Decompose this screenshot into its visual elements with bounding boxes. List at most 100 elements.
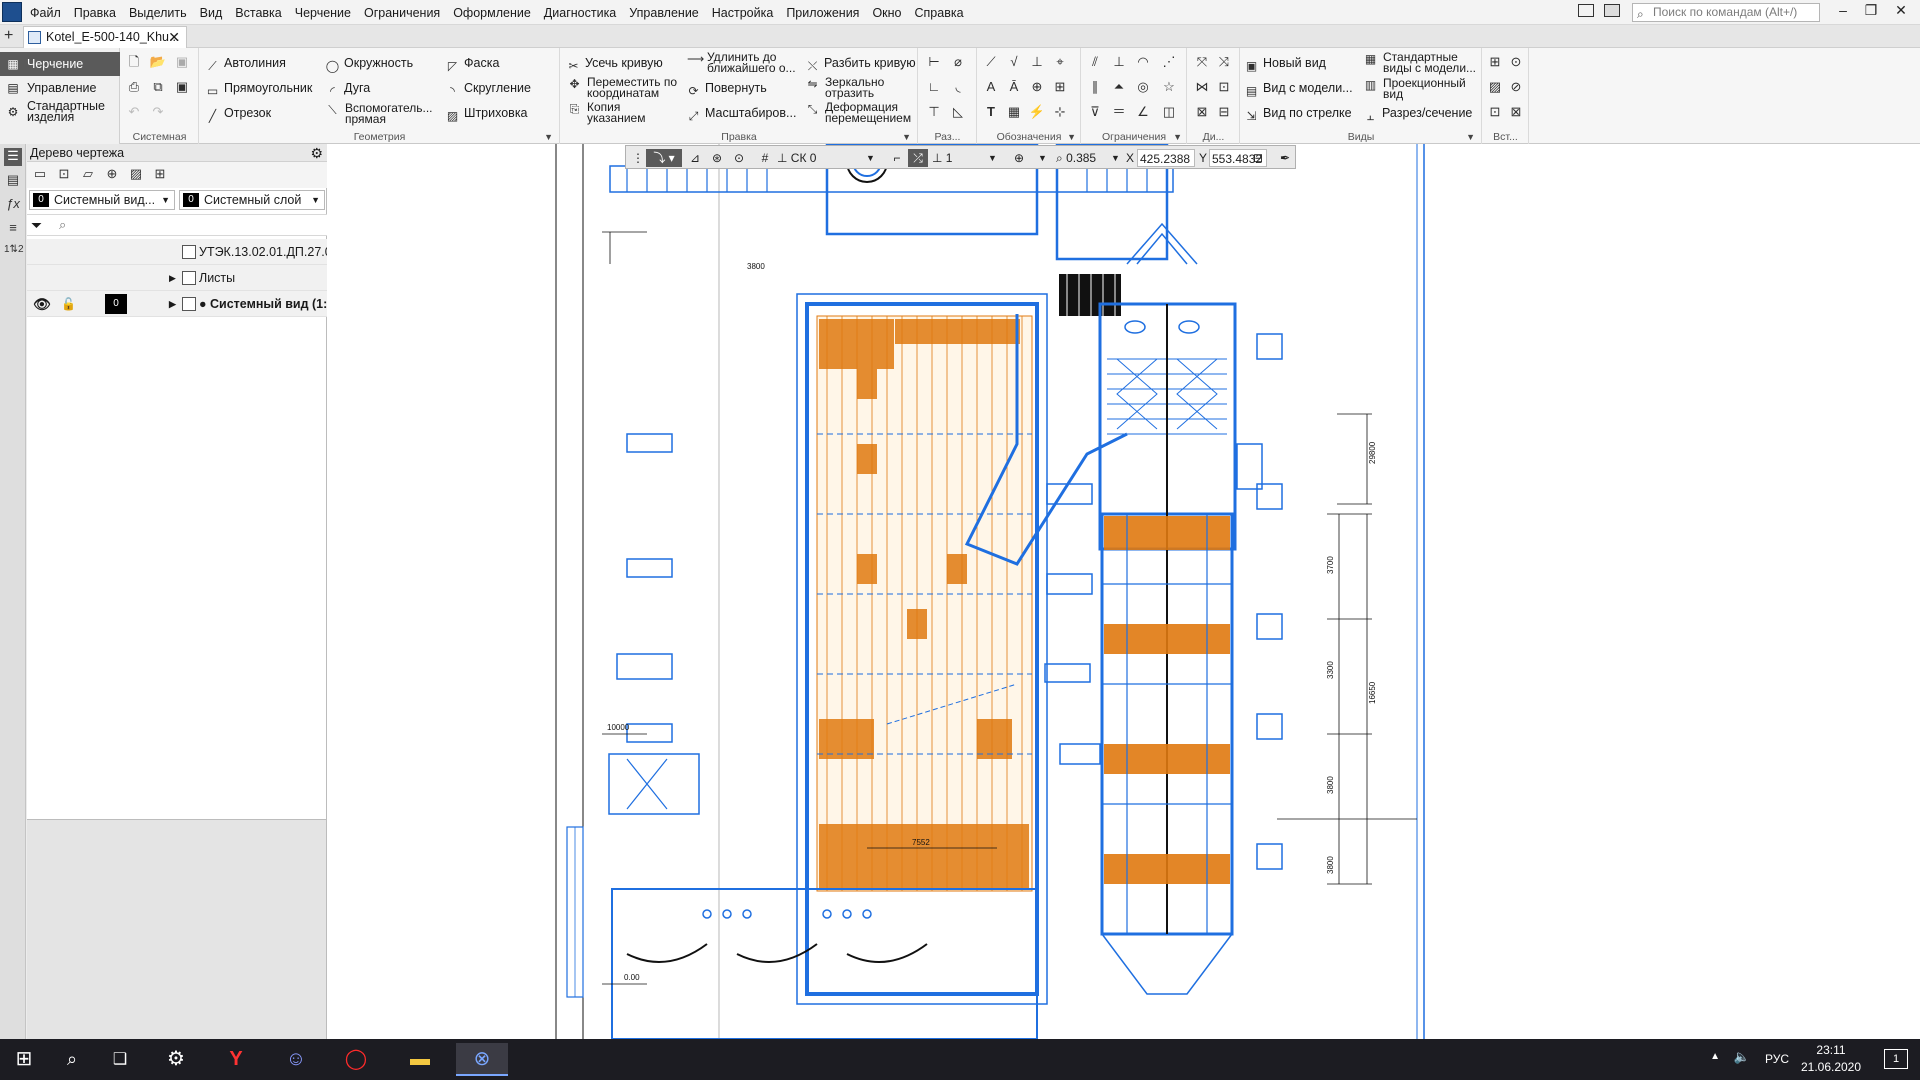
geometry-expand-icon[interactable]: ▼ <box>544 132 553 142</box>
mode-standard-parts[interactable]: ⚙ Стандартные изделия <box>0 100 110 124</box>
restore-button[interactable]: ❐ <box>1860 2 1882 19</box>
menu-select[interactable]: Выделить <box>129 6 187 20</box>
layer-combo[interactable]: 0 Системный слой ▼ <box>179 190 325 210</box>
ortho-mode-icon[interactable]: ⌐ <box>888 149 906 167</box>
cs-combo[interactable]: ⊥ СК 0 <box>777 149 816 167</box>
fillet-button[interactable]: ◝ Скругление <box>445 81 531 99</box>
tolerance-icon[interactable]: ⊞ <box>1051 78 1069 96</box>
copy-button[interactable]: ⎘ Копия указанием <box>570 101 677 124</box>
tree-panel-icon[interactable]: ☰ <box>4 148 22 166</box>
volume-icon[interactable]: 🔈 <box>1734 1049 1750 1065</box>
save-icon[interactable]: ▣ <box>173 53 191 71</box>
move-button[interactable]: ✥ Переместить по координатам <box>569 76 687 99</box>
tree-view-icon[interactable]: ⊡ <box>55 166 73 184</box>
zoom-fit-icon[interactable]: ⊕ <box>1010 149 1028 167</box>
menu-view[interactable]: Вид <box>200 6 223 20</box>
vertical-icon[interactable]: ⊽ <box>1086 103 1104 121</box>
proj-view-button[interactable]: ▥ Проекционный вид <box>1365 77 1483 100</box>
eyedropper-icon[interactable]: ✒ <box>1276 149 1294 167</box>
chevron-down-icon[interactable]: ▼ <box>1111 149 1120 167</box>
tree-row-system-view[interactable]: 👁 🔓 0 ▶ ● Системный вид (1:1 <box>27 291 334 317</box>
rectangle-button[interactable]: ▭ Прямоугольник <box>205 81 313 99</box>
radius-dim-icon[interactable]: ◟ <box>949 78 967 96</box>
trim-button[interactable]: ✂ Усечь кривую <box>566 56 662 74</box>
segment-button[interactable]: ╱ Отрезок <box>205 106 271 124</box>
tree-sheet-icon[interactable]: ▭ <box>31 166 49 184</box>
menu-window[interactable]: Окно <box>872 6 901 20</box>
parallel-icon[interactable]: ∥ <box>1086 78 1104 96</box>
layer-color-badge[interactable]: 0 <box>105 294 127 314</box>
language-indicator[interactable]: РУС <box>1765 1052 1789 1066</box>
redo-icon[interactable]: ↷ <box>149 103 167 121</box>
menu-diagnostics[interactable]: Диагностика <box>544 6 616 20</box>
expand-arrow-icon[interactable]: ▶ <box>169 265 176 291</box>
chevron-down-icon[interactable]: ▼ <box>866 149 875 167</box>
close-tab-icon[interactable]: ✕ <box>168 27 180 48</box>
view-combo[interactable]: 0 Системный вид... ▼ <box>29 190 175 210</box>
opera-icon[interactable]: ◯ <box>334 1043 378 1076</box>
text-a-icon[interactable]: A <box>982 78 1000 96</box>
menu-help[interactable]: Справка <box>915 6 964 20</box>
mode-drafting[interactable]: ▦ Черчение <box>0 52 120 76</box>
layout-icon[interactable] <box>1578 4 1594 17</box>
equal-icon[interactable]: ＝ <box>1110 103 1128 121</box>
symmetric-icon[interactable]: ◫ <box>1160 103 1178 121</box>
tree-filter-row[interactable]: ⏷ ⌕ <box>27 214 327 236</box>
angle-constraint-icon[interactable]: ∠ <box>1134 103 1152 121</box>
section-button[interactable]: ⫠ Разрез/сечение <box>1363 106 1473 124</box>
leader-icon[interactable]: ⟋ <box>982 53 1000 71</box>
arc-button[interactable]: ◜ Дуга <box>325 81 370 99</box>
tree-image-icon[interactable]: ▨ <box>127 166 145 184</box>
scale-button[interactable]: ⤢ Масштабиров... <box>686 106 797 124</box>
print-icon[interactable]: ⎙ <box>125 78 143 96</box>
concentric-icon[interactable]: ◎ <box>1134 78 1152 96</box>
linear-dim-icon[interactable]: ⊢ <box>925 53 943 71</box>
text-icon[interactable]: T <box>982 103 1000 121</box>
snap-mode-button[interactable]: ⤵ ▾ <box>646 149 682 167</box>
tangent-icon[interactable]: ◠ <box>1134 53 1152 71</box>
base-icon[interactable]: ⊥ <box>1028 53 1046 71</box>
undo-icon[interactable]: ↶ <box>125 103 143 121</box>
screen-icon[interactable] <box>1604 4 1620 17</box>
diag-icon-2[interactable]: ⤨ <box>1215 53 1233 71</box>
position-icon[interactable]: ⌖ <box>1051 53 1069 71</box>
insert-icon-5[interactable]: ⊡ <box>1486 103 1504 121</box>
menu-format[interactable]: Оформление <box>453 6 531 20</box>
diag-icon-1[interactable]: ⤧ <box>1193 53 1211 71</box>
windows-start-icon[interactable]: ⊞ <box>2 1043 46 1076</box>
gear-icon[interactable]: ⚙ <box>310 144 323 162</box>
coincident-icon[interactable]: ⋰ <box>1160 53 1178 71</box>
arrow-view-button[interactable]: ⇲ Вид по стрелке <box>1244 106 1351 124</box>
discord-icon[interactable]: ☺ <box>274 1043 318 1076</box>
table-icon[interactable]: ▦ <box>1005 103 1023 121</box>
snap-toggle-icon[interactable]: ⤮ <box>908 149 928 167</box>
tree-row-document[interactable]: УТЭК.13.02.01.ДП.27.00.0 <box>27 239 349 265</box>
steam-icon[interactable]: ⚙ <box>154 1043 198 1076</box>
star-icon[interactable]: ☆ <box>1160 78 1178 96</box>
ortho-icon[interactable]: ⊿ <box>686 149 704 167</box>
close-window-button[interactable]: ✕ <box>1890 2 1912 19</box>
center-mark-icon[interactable]: ⊹ <box>1051 103 1069 121</box>
file-explorer-icon[interactable]: ▬ <box>398 1043 442 1076</box>
insert-icon-4[interactable]: ⊘ <box>1507 78 1525 96</box>
menu-apps[interactable]: Приложения <box>786 6 859 20</box>
layer-field[interactable]: ⊥ 1 <box>932 149 952 167</box>
kompas-app-icon[interactable] <box>2 2 22 22</box>
insert-icon-1[interactable]: ⊞ <box>1486 53 1504 71</box>
new-tab-icon[interactable]: + <box>4 27 13 45</box>
split-curve-button[interactable]: ⤬ Разбить кривую <box>805 56 916 74</box>
circle-button[interactable]: ◯ Окружность <box>325 56 413 74</box>
x-coord-field[interactable]: 425.2388 <box>1137 149 1195 167</box>
yandex-browser-icon[interactable]: Y <box>214 1043 258 1076</box>
visibility-eye-icon[interactable]: 👁 <box>33 291 51 317</box>
hatch-mark-icon[interactable]: ⚡ <box>1028 103 1046 121</box>
command-search-input[interactable]: ⌕ Поиск по командам (Alt+/) <box>1632 3 1820 22</box>
task-view-icon[interactable]: ❑ <box>98 1043 142 1076</box>
edit-expand-icon[interactable]: ▼ <box>902 132 911 142</box>
clock-date[interactable]: 21.06.2020 <box>1794 1060 1868 1074</box>
diameter-dim-icon[interactable]: ⌀ <box>949 53 967 71</box>
views-expand-icon[interactable]: ▼ <box>1466 132 1475 142</box>
menu-edit[interactable]: Правка <box>74 6 116 20</box>
open-icon[interactable]: 📂 <box>149 53 167 71</box>
insert-icon-6[interactable]: ⊠ <box>1507 103 1525 121</box>
